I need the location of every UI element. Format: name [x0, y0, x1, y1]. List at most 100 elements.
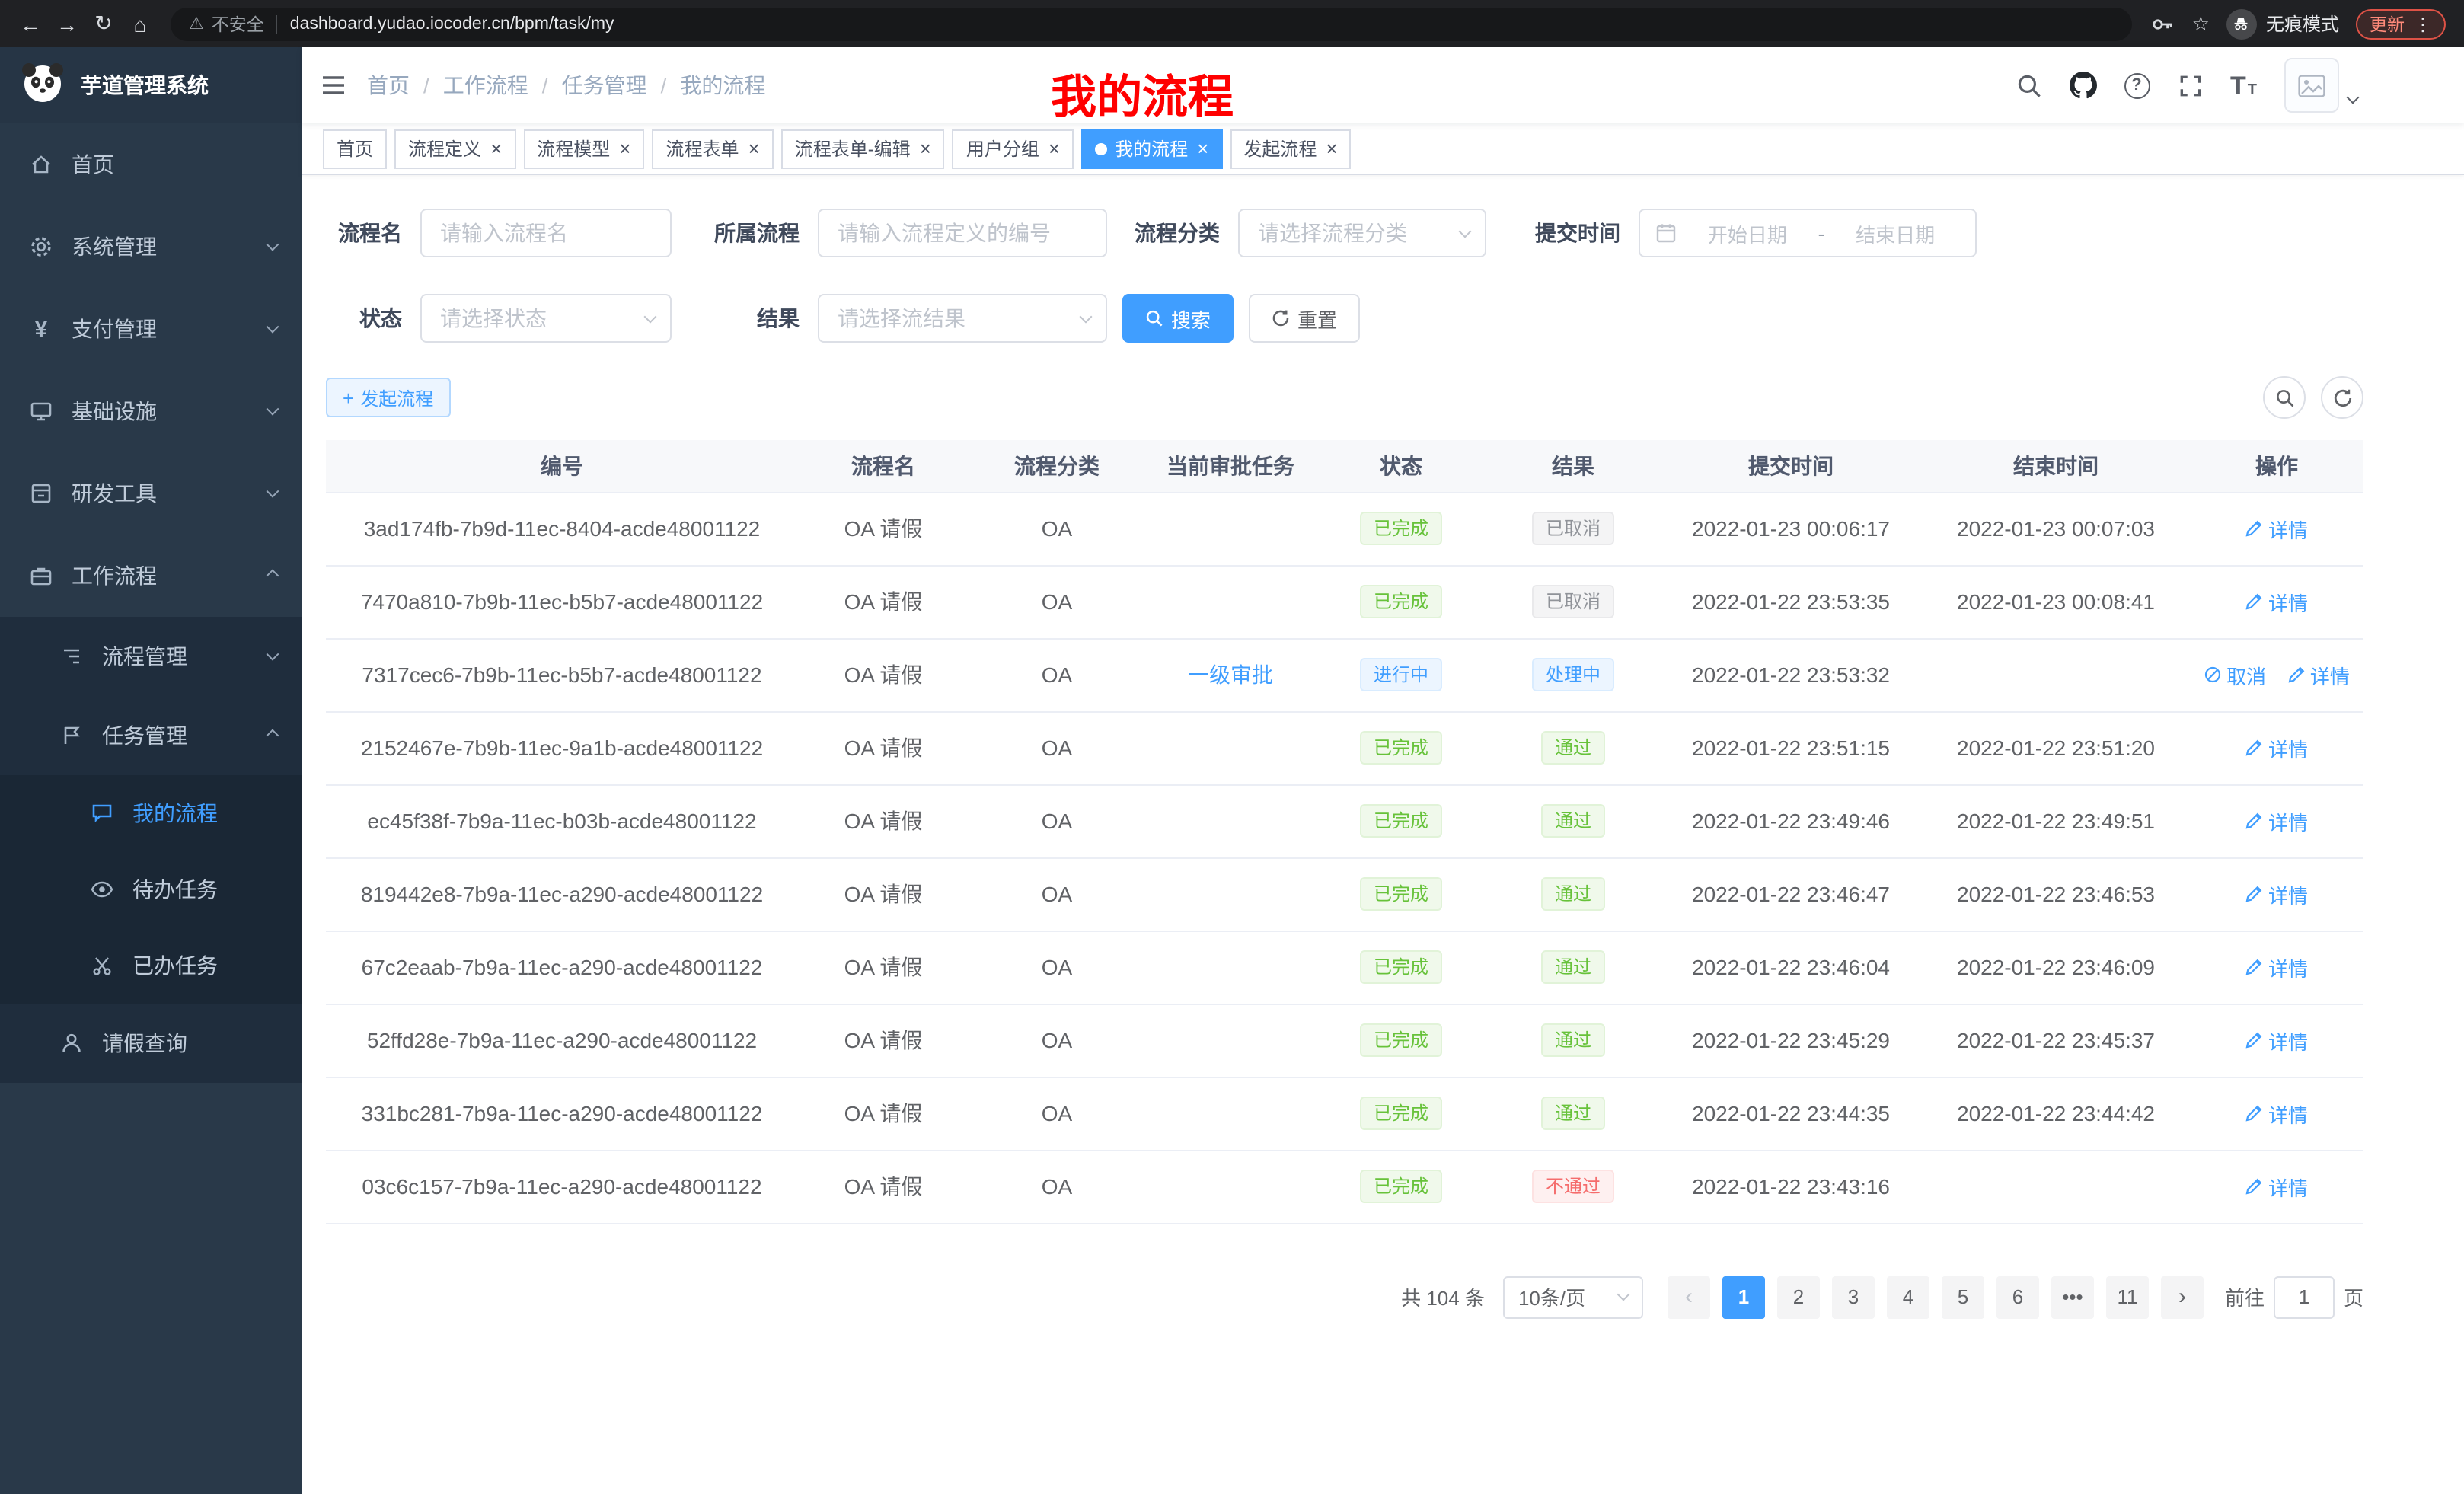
- page-number-button[interactable]: 11: [2106, 1275, 2149, 1318]
- search-button[interactable]: 搜索: [1122, 294, 1234, 343]
- reset-button[interactable]: 重置: [1249, 294, 1360, 343]
- browser-back-icon[interactable]: ←: [12, 11, 49, 36]
- category-select[interactable]: [1238, 209, 1486, 257]
- prev-page-button[interactable]: ‹: [1668, 1275, 1710, 1318]
- sidebar-item-process-mgmt[interactable]: 流程管理: [0, 617, 302, 696]
- tab-label: 首页: [337, 136, 373, 161]
- view-tab[interactable]: 用户分组 ×: [953, 129, 1074, 168]
- sidebar-item-home[interactable]: 首页: [0, 123, 302, 206]
- toggle-search-button[interactable]: [2263, 376, 2306, 419]
- breadcrumb-item[interactable]: 工作流程: [443, 70, 528, 101]
- sidebar-item-todo-tasks[interactable]: 待办任务: [0, 851, 302, 927]
- update-button[interactable]: 更新 ⋮: [2356, 8, 2446, 39]
- sidebar-item-label: 首页: [72, 149, 277, 180]
- page-number-button[interactable]: 1: [1722, 1275, 1765, 1318]
- page-number-button[interactable]: 5: [1942, 1275, 1984, 1318]
- sidebar-item-infra[interactable]: 基础设施: [0, 370, 302, 452]
- page-size-select[interactable]: 10条/页: [1503, 1275, 1643, 1318]
- breadcrumb-item[interactable]: 首页: [367, 70, 410, 101]
- detail-link[interactable]: 详情: [2245, 879, 2308, 908]
- browser-reload-icon[interactable]: ↻: [85, 11, 122, 37]
- view-tab[interactable]: 发起流程 ×: [1230, 129, 1351, 168]
- detail-link[interactable]: 详情: [2245, 1172, 2308, 1201]
- cell-current-task: [1145, 711, 1316, 784]
- address-bar[interactable]: ⚠ 不安全 dashboard.yudao.iocoder.cn/bpm/tas…: [171, 7, 2133, 40]
- tab-close-icon[interactable]: ×: [490, 139, 502, 158]
- view-tab[interactable]: 流程定义 ×: [394, 129, 515, 168]
- sidebar-item-payment[interactable]: ¥ 支付管理: [0, 288, 302, 370]
- tab-close-icon[interactable]: ×: [748, 139, 760, 158]
- cancel-link[interactable]: 取消: [2204, 660, 2266, 689]
- page-jumper: 前往 页: [2225, 1275, 2363, 1318]
- browser-home-icon[interactable]: ⌂: [122, 11, 158, 36]
- detail-link[interactable]: 详情: [2245, 587, 2308, 616]
- refresh-button[interactable]: [2321, 376, 2363, 419]
- process-name-input[interactable]: [420, 209, 672, 257]
- detail-link[interactable]: 详情: [2245, 953, 2308, 982]
- detail-link[interactable]: 详情: [2245, 1099, 2308, 1128]
- process-name-label: 流程名: [326, 218, 402, 248]
- pagination: 共 104 条 10条/页 ‹ 1 2 3: [326, 1275, 2363, 1318]
- date-range-picker[interactable]: 开始日期 - 结束日期: [1639, 209, 1977, 257]
- detail-link[interactable]: 详情: [2245, 514, 2308, 543]
- page-number-button[interactable]: 6: [1996, 1275, 2039, 1318]
- view-tab[interactable]: 流程模型 ×: [523, 129, 644, 168]
- help-icon[interactable]: ?: [2124, 72, 2150, 98]
- tab-close-icon[interactable]: ×: [1048, 139, 1060, 158]
- bookmark-star-icon[interactable]: ☆: [2192, 11, 2210, 36]
- start-date-placeholder[interactable]: 开始日期: [1683, 219, 1812, 247]
- detail-link[interactable]: 详情: [2245, 806, 2308, 835]
- breadcrumb-item[interactable]: 任务管理: [562, 70, 647, 101]
- view-tab[interactable]: 首页 ×: [323, 129, 387, 168]
- search-icon[interactable]: [2016, 72, 2041, 98]
- cell-result: 处理中: [1486, 638, 1660, 711]
- page-number-button[interactable]: 3: [1832, 1275, 1875, 1318]
- result-tag: 通过: [1541, 877, 1605, 911]
- sidebar-item-workflow[interactable]: 工作流程: [0, 535, 302, 617]
- sidebar-item-my-process[interactable]: 我的流程: [0, 775, 302, 851]
- next-page-button[interactable]: ›: [2161, 1275, 2204, 1318]
- detail-link[interactable]: 详情: [2245, 733, 2308, 762]
- font-size-icon[interactable]: T T: [2230, 72, 2257, 98]
- tab-close-icon[interactable]: ×: [1326, 139, 1337, 158]
- view-tab[interactable]: 我的流程 ×: [1081, 129, 1222, 168]
- create-process-button[interactable]: + 发起流程: [326, 378, 450, 417]
- cell-actions: 取消 详情: [2190, 492, 2363, 565]
- view-tab[interactable]: 流程表单-编辑 ×: [781, 129, 945, 168]
- cell-current-task: [1145, 1004, 1316, 1077]
- process-definition-input[interactable]: [818, 209, 1107, 257]
- detail-link[interactable]: 详情: [2287, 660, 2350, 689]
- page-number-button[interactable]: •••: [2051, 1275, 2094, 1318]
- status-tag: 已完成: [1360, 1097, 1442, 1130]
- status-select[interactable]: [420, 294, 672, 343]
- sidebar-item-system[interactable]: 系统管理: [0, 206, 302, 288]
- detail-link[interactable]: 详情: [2245, 1026, 2308, 1055]
- browser-menu-icon[interactable]: ⋮: [2414, 13, 2432, 34]
- sidebar-item-done-tasks[interactable]: 已办任务: [0, 927, 302, 1004]
- end-date-placeholder[interactable]: 结束日期: [1830, 219, 1960, 247]
- task-link[interactable]: 一级审批: [1188, 662, 1273, 687]
- page-number-button[interactable]: 2: [1777, 1275, 1820, 1318]
- tab-close-icon[interactable]: ×: [920, 139, 931, 158]
- app-logo[interactable]: 芋道管理系统: [0, 47, 302, 123]
- result-select[interactable]: [818, 294, 1107, 343]
- tab-close-icon[interactable]: ×: [619, 139, 630, 158]
- breadcrumb: 首页 / 工作流程 / 任务管理 / 我的流程: [367, 70, 765, 101]
- user-avatar-menu[interactable]: [2284, 58, 2357, 113]
- sidebar-item-leave-query[interactable]: 请假查询: [0, 1004, 302, 1083]
- sidebar-item-task-mgmt[interactable]: 任务管理: [0, 696, 302, 775]
- sidebar-item-devtools[interactable]: 研发工具: [0, 452, 302, 535]
- cell-result: 通过: [1486, 857, 1660, 931]
- goto-page-input[interactable]: [2274, 1275, 2335, 1318]
- tab-close-icon[interactable]: ×: [1197, 139, 1208, 158]
- github-icon[interactable]: [2069, 72, 2096, 99]
- page-number-button[interactable]: 4: [1887, 1275, 1929, 1318]
- browser-forward-icon[interactable]: →: [49, 11, 85, 36]
- fullscreen-icon[interactable]: [2177, 72, 2203, 98]
- hamburger-icon[interactable]: [302, 72, 367, 99]
- view-tab[interactable]: 流程表单 ×: [652, 129, 773, 168]
- cell-result: 不通过: [1486, 1150, 1660, 1223]
- key-icon[interactable]: [2151, 11, 2175, 36]
- active-dot: [1095, 142, 1107, 155]
- incognito-badge[interactable]: 无痕模式: [2226, 8, 2339, 39]
